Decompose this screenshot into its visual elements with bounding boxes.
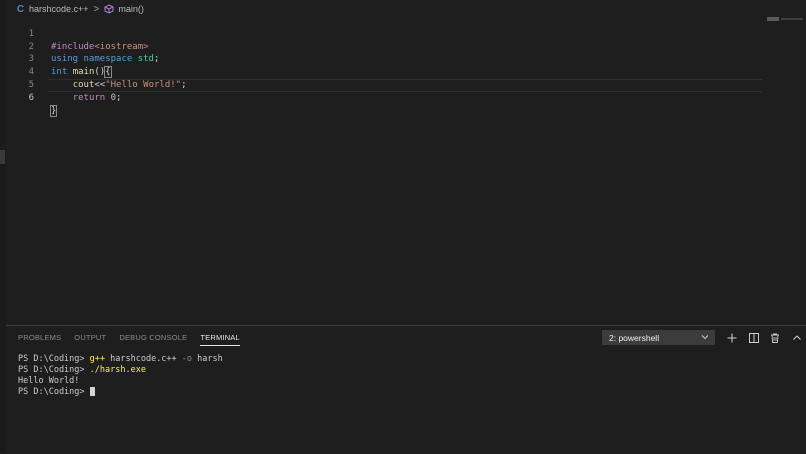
terminal-line: PS D:\Coding> g++ harshcode.c++ -o harsh xyxy=(18,354,223,365)
terminal-output[interactable]: PS D:\Coding> g++ harshcode.c++ -o harsh… xyxy=(18,354,223,398)
code-line: 3 int main(){ xyxy=(0,41,806,79)
code-line: 1 #include<iostream> xyxy=(0,15,806,52)
code-editor[interactable]: 1 #include<iostream> 2 using namespace s… xyxy=(0,15,806,117)
token-keyword: return xyxy=(72,92,106,103)
code-line: 5 return 0; xyxy=(0,66,806,103)
tab-debug-console[interactable]: DEBUG CONSOLE xyxy=(119,333,187,346)
code-text: return 0; xyxy=(51,92,122,105)
terminal-line: PS D:\Coding> xyxy=(18,387,223,398)
terminal-line: Hello World! xyxy=(18,376,223,387)
command-flag: -o xyxy=(181,354,193,364)
chevron-down-icon xyxy=(701,333,709,343)
token-punct: ; xyxy=(116,92,122,103)
terminal-select[interactable]: 2: powershell xyxy=(602,330,715,345)
chevron-up-icon[interactable] xyxy=(791,332,802,343)
code-line-current: 6 } xyxy=(0,78,806,117)
terminal-cursor xyxy=(89,387,95,396)
command: g++ xyxy=(89,354,106,364)
panel-tabs: PROBLEMS OUTPUT DEBUG CONSOLE TERMINAL xyxy=(18,333,253,346)
text-cursor xyxy=(56,104,58,116)
command: ./harsh.exe xyxy=(89,365,146,375)
line-number: 6 xyxy=(28,92,34,103)
bottom-panel: PROBLEMS OUTPUT DEBUG CONSOLE TERMINAL 2… xyxy=(6,325,806,454)
terminal-line: PS D:\Coding> ./harsh.exe xyxy=(18,365,223,376)
command-args: harsh xyxy=(192,354,223,364)
trash-icon[interactable] xyxy=(769,332,780,343)
split-icon[interactable] xyxy=(748,332,759,343)
breadcrumb: C harshcode.c++ > main() xyxy=(16,2,144,16)
scroll-indicator xyxy=(0,150,5,164)
breadcrumb-file[interactable]: harshcode.c++ xyxy=(29,4,89,14)
prompt: PS D:\Coding> xyxy=(18,365,90,375)
breadcrumb-symbol[interactable]: main() xyxy=(118,4,144,14)
command-args: harshcode.c++ xyxy=(105,354,182,364)
breadcrumb-separator: > xyxy=(93,3,100,15)
code-line: 4 cout<<"Hello World!"; xyxy=(0,53,806,90)
tab-terminal[interactable]: TERMINAL xyxy=(200,333,240,346)
function-cube-icon xyxy=(104,4,114,14)
terminal-select-value: 2: powershell xyxy=(609,332,660,343)
tab-output[interactable]: OUTPUT xyxy=(74,333,106,346)
tab-problems[interactable]: PROBLEMS xyxy=(18,333,61,346)
code-line: 2 using namespace std; xyxy=(0,28,806,65)
prompt: PS D:\Coding> xyxy=(18,354,90,364)
code-text: } xyxy=(49,104,58,118)
program-output: Hello World! xyxy=(18,376,80,386)
prompt: PS D:\Coding> xyxy=(18,387,90,397)
plus-icon[interactable] xyxy=(726,332,737,343)
cpp-file-icon: C xyxy=(16,3,25,15)
